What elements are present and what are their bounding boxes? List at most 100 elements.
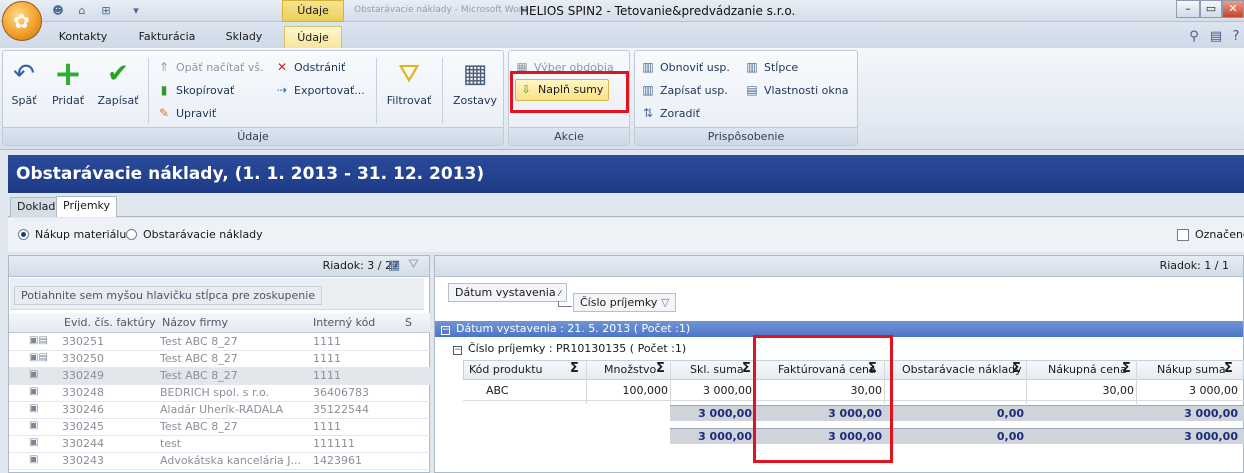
export-button[interactable]: ⇢ Exportovať... <box>274 81 365 99</box>
columns-button[interactable]: ▥ Stĺpce <box>744 58 798 76</box>
sum-icon[interactable]: Σ <box>742 361 751 376</box>
tab-doklad[interactable]: Doklad <box>10 197 63 217</box>
tab-sklady[interactable]: Sklady <box>216 26 272 48</box>
refresh-layout-button[interactable]: ▥ Obnoviť usp. <box>640 58 730 76</box>
tab-kontakty[interactable]: Kontakty <box>52 26 114 48</box>
filter-button[interactable]: ⛛ Filtrovať <box>384 58 434 107</box>
document-icon[interactable]: ▤ <box>1208 29 1224 45</box>
collapse-icon[interactable]: − <box>441 326 450 335</box>
filter-label: Filtrovať <box>386 94 432 107</box>
document-tabs <box>8 193 1244 217</box>
application-menu-button[interactable]: ✿ <box>2 1 42 41</box>
separator <box>442 58 443 124</box>
right-row-counter: Riadok: 1 / 1 <box>435 256 1243 277</box>
col-header-internal-code[interactable]: Interný kód <box>313 316 375 329</box>
copy-icon: ▮ <box>160 83 168 97</box>
group-chip-receipt[interactable]: Číslo príjemky ▽ <box>573 293 677 312</box>
tab-fakturacia[interactable]: Fakturácia <box>132 26 202 48</box>
highlight-box <box>510 71 629 113</box>
tab-prijemky[interactable]: Príjemky <box>56 196 118 217</box>
delete-label: Odstrániť <box>294 61 346 74</box>
col-header-quantity[interactable]: Množstvo <box>604 363 656 376</box>
table-row[interactable]: ▣ 330248 BEDRICH spol. s r.o. 36406783 <box>9 385 430 402</box>
right-row-info: Riadok: 1 / 1 <box>1159 259 1229 272</box>
sum-icon[interactable]: Σ <box>1012 361 1021 376</box>
group-label-akcie: Akcie <box>509 127 629 145</box>
save-layout-button[interactable]: ▥ Zapísať usp. <box>640 81 727 99</box>
funnel-icon[interactable]: ⛛ <box>408 257 419 272</box>
total-stock-sum: 3 000,00 <box>698 407 752 420</box>
close-button[interactable]: ✕ <box>1222 0 1244 18</box>
sort-button[interactable]: ⇅ Zoradiť <box>640 104 700 122</box>
export-icon: ⇢ <box>276 83 288 97</box>
separator <box>148 58 149 124</box>
page-title: Obstarávacie náklady, (1. 1. 2013 - 31. … <box>8 155 1244 193</box>
delete-button[interactable]: ✕ Odstrániť <box>274 58 345 76</box>
group-connector <box>558 301 572 307</box>
row-icon: ▣ <box>29 437 39 448</box>
col-header-acquisition-costs[interactable]: Obstarávacie náklady <box>902 363 1022 376</box>
sum-icon[interactable]: Σ <box>656 361 665 376</box>
add-button[interactable]: + Pridať <box>48 54 88 107</box>
background-window-title: Obstarávacie náklady - Microsoft Word <box>354 5 528 15</box>
total-acquisition-costs: 0,00 <box>996 407 1024 420</box>
col-header-stock-sum[interactable]: Skl. suma <box>690 363 744 376</box>
app-logo-icon: ✿ <box>13 9 30 33</box>
col-header-company-name[interactable]: Názov firmy <box>162 316 228 329</box>
sum-icon[interactable]: Σ <box>1122 361 1131 376</box>
grid-icon[interactable]: ⊞ <box>98 3 114 19</box>
minimize-button[interactable]: – <box>1176 0 1200 18</box>
radio-obstaravacie-naklady[interactable] <box>126 229 137 240</box>
user-icon[interactable]: ☻ <box>50 3 66 19</box>
sort-asc-icon: ⁄ <box>559 289 561 298</box>
col-header-s[interactable]: S <box>405 316 412 329</box>
collapse-icon[interactable]: − <box>453 346 462 355</box>
edit-button[interactable]: ✎ Upraviť <box>156 104 216 122</box>
marked-label: Označené <box>1195 228 1244 241</box>
table-row[interactable]: ▣ 330245 Test ABC 8_27 1111 <box>9 419 430 436</box>
table-row[interactable]: ▣ 330243 Advokátska kancelária J... 1423961 <box>9 453 430 470</box>
group-chip-date[interactable]: Dátum vystavenia ⁄ <box>448 283 568 302</box>
plus-icon: + <box>53 54 83 94</box>
table-row-selected[interactable]: ▣ 330249 Test ABC 8_27 1111 <box>9 368 430 385</box>
tab-udaje[interactable]: Údaje <box>284 26 342 48</box>
window-properties-button[interactable]: ▤ Vlastnosti okna <box>744 81 848 99</box>
columns-icon: ▥ <box>642 83 654 97</box>
search-icon[interactable]: ⚲ <box>1186 29 1202 45</box>
columns-icon[interactable]: ▦ <box>388 258 400 273</box>
reload-all-button[interactable]: ⇑ Opäť načítať vš. <box>156 58 264 76</box>
restore-button[interactable]: ▭ <box>1200 0 1222 18</box>
home-icon[interactable]: ⌂ <box>74 3 90 19</box>
grand-total-purchase-sum: 3 000,00 <box>1184 430 1238 443</box>
properties-icon: ▤ <box>746 83 758 97</box>
row-icon: ▣ <box>29 454 39 465</box>
marked-checkbox[interactable] <box>1177 229 1189 241</box>
cell-stock-sum: 3 000,00 <box>703 384 752 397</box>
sum-icon[interactable]: Σ <box>1224 361 1233 376</box>
qat-dropdown-icon[interactable]: ▾ <box>128 3 144 19</box>
group-row-receipt-label: Číslo príjemky : PR10130135 ( Počet :1) <box>468 342 687 355</box>
sort-label: Zoradiť <box>660 107 700 120</box>
help-icon[interactable]: ? <box>1228 29 1244 45</box>
copy-button[interactable]: ▮ Skopírovať <box>156 81 235 99</box>
col-header-purchase-price[interactable]: Nákupná cena <box>1048 363 1127 376</box>
col-header-invoice-number[interactable]: Evid. čís. faktúry <box>64 316 156 329</box>
sum-icon[interactable]: Σ <box>570 361 579 376</box>
total-purchase-sum: 3 000,00 <box>1184 407 1238 420</box>
table-row[interactable]: ▣ 330246 Aladár Uherík-RADALA 35122544 <box>9 402 430 419</box>
back-button[interactable]: ↶ Späť <box>6 58 42 107</box>
table-row[interactable]: ▣▤ 330250 Test ABC 8_27 1111 <box>9 351 430 368</box>
reports-button[interactable]: ▦ Zostavy <box>450 58 500 107</box>
cell-quantity: 100,000 <box>622 384 669 397</box>
table-row[interactable]: ▣ 330244 test 111111 <box>9 436 430 453</box>
edit-label: Upraviť <box>176 107 217 120</box>
add-label: Pridať <box>51 94 85 107</box>
col-header-product-code[interactable]: Kód produktu <box>469 363 542 376</box>
col-header-purchase-sum[interactable]: Nákup suma <box>1157 363 1226 376</box>
save-button[interactable]: ✔ Zapísať <box>96 58 140 107</box>
funnel-icon: ⛛ <box>398 59 420 89</box>
table-row[interactable]: ▣▤ 330251 Test ABC 8_27 1111 <box>9 334 430 351</box>
sort-icon: ⇅ <box>642 106 654 120</box>
radio-nakup-materialu[interactable] <box>18 229 29 240</box>
group-row-date-label: Dátum vystavenia : 21. 5. 2013 ( Počet :… <box>456 322 691 335</box>
